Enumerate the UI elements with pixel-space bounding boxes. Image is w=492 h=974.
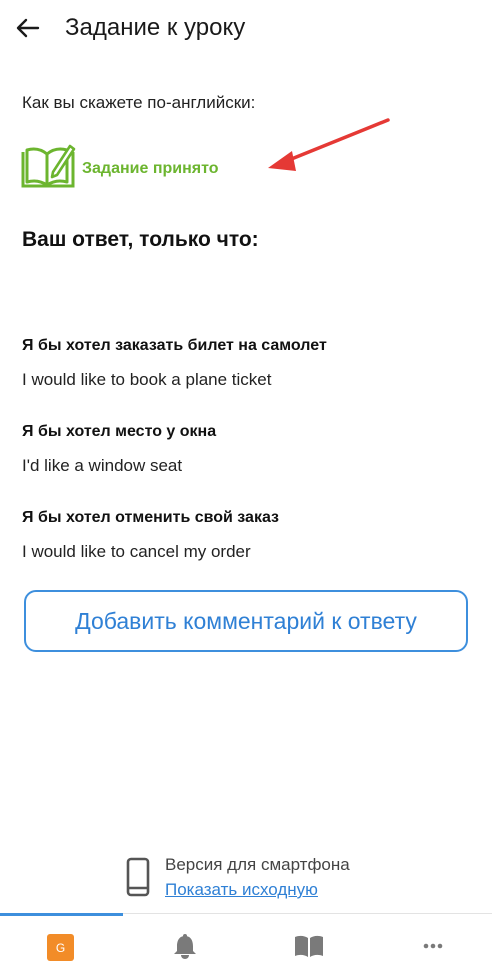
task-prompt: Как вы скажете по-английски: xyxy=(22,93,256,112)
page-title: Задание к уроку xyxy=(65,14,246,41)
tab-more[interactable] xyxy=(369,914,492,974)
tab-lessons[interactable] xyxy=(246,914,369,974)
add-comment-button[interactable]: Добавить комментарий к ответу xyxy=(24,590,468,652)
bottom-tab-bar: G xyxy=(0,913,492,974)
answer-heading: Ваш ответ, только что: xyxy=(22,228,259,251)
tab-home[interactable]: G xyxy=(0,914,123,974)
answer-russian: Я бы хотел место у окна xyxy=(22,423,217,440)
red-arrow-icon xyxy=(268,118,390,171)
answer-russian: Я бы хотел отменить свой заказ xyxy=(22,509,279,526)
answer-russian: Я бы хотел заказать билет на самолет xyxy=(22,337,327,354)
version-switcher: Версия для смартфона Показать исходную xyxy=(126,855,426,903)
answer-item: Я бы хотел отменить свой заказ I would l… xyxy=(22,506,472,592)
answers-list: Я бы хотел заказать билет на самолет I w… xyxy=(22,334,472,592)
back-button[interactable] xyxy=(10,10,46,46)
answer-english: I would like to book a plane ticket xyxy=(22,370,272,389)
smartphone-icon xyxy=(126,857,150,897)
tab-notifications[interactable] xyxy=(123,914,246,974)
arrow-left-icon xyxy=(16,18,40,38)
book-icon xyxy=(295,935,323,957)
answer-item: Я бы хотел место у окна I'd like a windo… xyxy=(22,420,472,506)
bell-icon xyxy=(174,934,196,959)
book-pencil-icon xyxy=(21,144,76,188)
more-dots-icon xyxy=(423,943,443,949)
answer-english: I would like to cancel my order xyxy=(22,542,251,561)
g-badge-icon: G xyxy=(47,934,74,961)
answer-item: Я бы хотел заказать билет на самолет I w… xyxy=(22,334,472,420)
app-header: Задание к уроку xyxy=(0,0,492,60)
status-text: Задание принято xyxy=(82,160,219,177)
version-label: Версия для смартфона xyxy=(165,855,350,874)
answer-english: I'd like a window seat xyxy=(22,456,183,475)
show-original-link[interactable]: Показать исходную xyxy=(165,880,318,900)
